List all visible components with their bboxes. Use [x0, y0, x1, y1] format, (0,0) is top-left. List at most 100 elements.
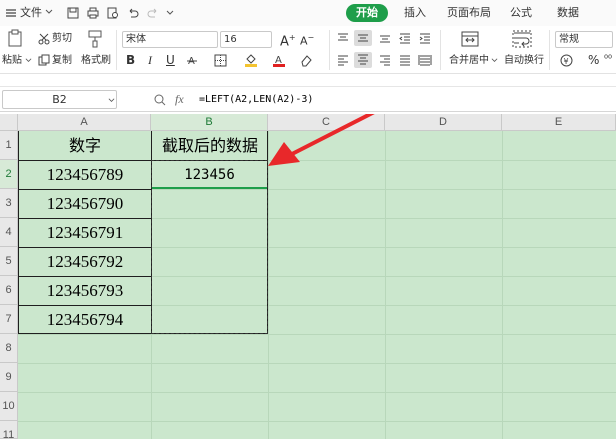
save-icon[interactable]: [66, 6, 80, 20]
tab-start[interactable]: 开始: [346, 4, 388, 22]
font-name-value: 宋体: [126, 34, 146, 45]
column-header-d[interactable]: D: [385, 114, 502, 131]
comma-icon[interactable]: ⁰⁰: [604, 54, 612, 66]
row-header-1[interactable]: 1: [0, 131, 18, 160]
copy-label[interactable]: 复制: [52, 55, 72, 67]
cell-a6[interactable]: 123456793: [19, 277, 151, 305]
strikethrough-icon[interactable]: A: [186, 54, 198, 66]
column-header-e[interactable]: E: [502, 114, 616, 131]
fx-icon[interactable]: fx: [175, 92, 184, 107]
border-icon[interactable]: [214, 54, 227, 67]
cut-label[interactable]: 剪切: [52, 33, 72, 45]
copy-icon[interactable]: [38, 54, 50, 66]
formula-input[interactable]: =LEFT(A2,LEN(A2)-3): [199, 91, 313, 108]
annotation-arrow: [268, 114, 375, 166]
bold-icon[interactable]: B: [126, 54, 135, 66]
divider: [116, 30, 117, 70]
font-color-icon[interactable]: A: [272, 53, 286, 67]
spreadsheet-grid: A B C D E 1 2 3 4 5 6 7 8 9 10 11 数字 截取后…: [0, 114, 616, 439]
cell-b1[interactable]: 截取后的数据: [152, 132, 268, 160]
cell-a2[interactable]: 123456789: [19, 161, 151, 189]
row-header-9[interactable]: 9: [0, 363, 18, 392]
column-header-b[interactable]: B: [151, 114, 268, 131]
print-icon[interactable]: [86, 6, 100, 20]
divider: [440, 30, 441, 70]
cut-icon[interactable]: [38, 33, 50, 45]
distributed-icon[interactable]: [418, 54, 432, 66]
row-header-5[interactable]: 5: [0, 247, 18, 276]
file-menu[interactable]: 文件: [20, 5, 42, 21]
merge-center-label[interactable]: 合并居中: [449, 55, 489, 67]
number-format-select[interactable]: 常规: [555, 31, 613, 48]
paste-icon[interactable]: [6, 28, 26, 48]
format-painter-icon[interactable]: [86, 29, 104, 49]
clear-format-icon[interactable]: [300, 54, 313, 67]
row-header-8[interactable]: 8: [0, 334, 18, 363]
print-preview-icon[interactable]: [106, 6, 120, 20]
row-header-2[interactable]: 2: [0, 160, 18, 189]
align-bottom-icon[interactable]: [378, 32, 392, 44]
name-box[interactable]: B2: [2, 90, 117, 109]
font-name-select[interactable]: 宋体: [122, 31, 218, 48]
tab-page-layout[interactable]: 页面布局: [447, 5, 491, 21]
cell-a7[interactable]: 123456794: [19, 306, 151, 334]
justify-icon[interactable]: [398, 54, 412, 66]
grid-line: [18, 334, 616, 335]
grid-line: [18, 421, 616, 422]
row-header-10[interactable]: 10: [0, 392, 18, 421]
currency-icon[interactable]: ¥: [560, 54, 573, 67]
more-icon[interactable]: [166, 9, 174, 17]
menu-icon[interactable]: [4, 6, 18, 20]
redo-icon[interactable]: [146, 6, 160, 20]
cell-a4[interactable]: 123456791: [19, 219, 151, 247]
menu-bar: 文件 开始 插入 页面布局 公式 数据: [0, 0, 616, 26]
zoom-icon[interactable]: [153, 93, 167, 107]
chevron-down-icon[interactable]: [108, 97, 115, 104]
row-header-11[interactable]: 11: [0, 421, 18, 439]
cell-a1[interactable]: 数字: [19, 132, 151, 160]
wrap-text-icon[interactable]: [512, 30, 532, 48]
chevron-down-icon[interactable]: [25, 57, 32, 64]
tab-data[interactable]: 数据: [557, 5, 579, 21]
row-header-6[interactable]: 6: [0, 276, 18, 305]
paste-label[interactable]: 粘贴: [2, 55, 22, 67]
chevron-down-icon[interactable]: [491, 57, 498, 64]
align-center-icon[interactable]: [354, 52, 372, 68]
align-right-icon[interactable]: [378, 54, 392, 66]
grid-line: [18, 392, 616, 393]
number-format-value: 常规: [559, 34, 579, 45]
decrease-font-icon[interactable]: A−: [300, 32, 314, 48]
wrap-text-label[interactable]: 自动换行: [504, 55, 544, 67]
merge-center-icon[interactable]: [460, 30, 480, 48]
cell-b2[interactable]: 123456: [152, 161, 267, 189]
tab-insert[interactable]: 插入: [404, 5, 426, 21]
select-all-corner[interactable]: [0, 114, 18, 131]
divider: [549, 30, 550, 70]
formula-bar: B2 fx =LEFT(A2,LEN(A2)-3): [0, 86, 616, 112]
indent-decrease-icon[interactable]: [398, 32, 412, 44]
undo-icon[interactable]: [126, 6, 140, 20]
align-middle-icon[interactable]: [354, 30, 372, 46]
increase-font-icon[interactable]: A+: [280, 32, 296, 48]
align-top-icon[interactable]: [336, 32, 350, 44]
italic-icon[interactable]: I: [148, 54, 152, 66]
row-header-3[interactable]: 3: [0, 189, 18, 218]
align-left-icon[interactable]: [336, 54, 350, 66]
ribbon-toolbar: 粘贴 剪切 复制 格式刷 宋体 16 A+ A− B I U A A 合并居中 …: [0, 26, 616, 74]
cell-a5[interactable]: 123456792: [19, 248, 151, 276]
column-header-a[interactable]: A: [18, 114, 151, 131]
divider: [329, 30, 330, 70]
cell-a3[interactable]: 123456790: [19, 190, 151, 218]
grid-line: [18, 363, 616, 364]
fill-color-icon[interactable]: [244, 53, 258, 67]
font-size-select[interactable]: 16: [220, 31, 272, 48]
percent-icon[interactable]: %: [588, 54, 599, 66]
font-size-value: 16: [224, 34, 237, 45]
row-header-4[interactable]: 4: [0, 218, 18, 247]
chevron-down-icon[interactable]: [45, 8, 53, 16]
row-header-7[interactable]: 7: [0, 305, 18, 334]
tab-formulas[interactable]: 公式: [510, 5, 532, 21]
underline-icon[interactable]: U: [166, 54, 175, 66]
indent-increase-icon[interactable]: [418, 32, 432, 44]
format-painter-label[interactable]: 格式刷: [81, 55, 111, 67]
